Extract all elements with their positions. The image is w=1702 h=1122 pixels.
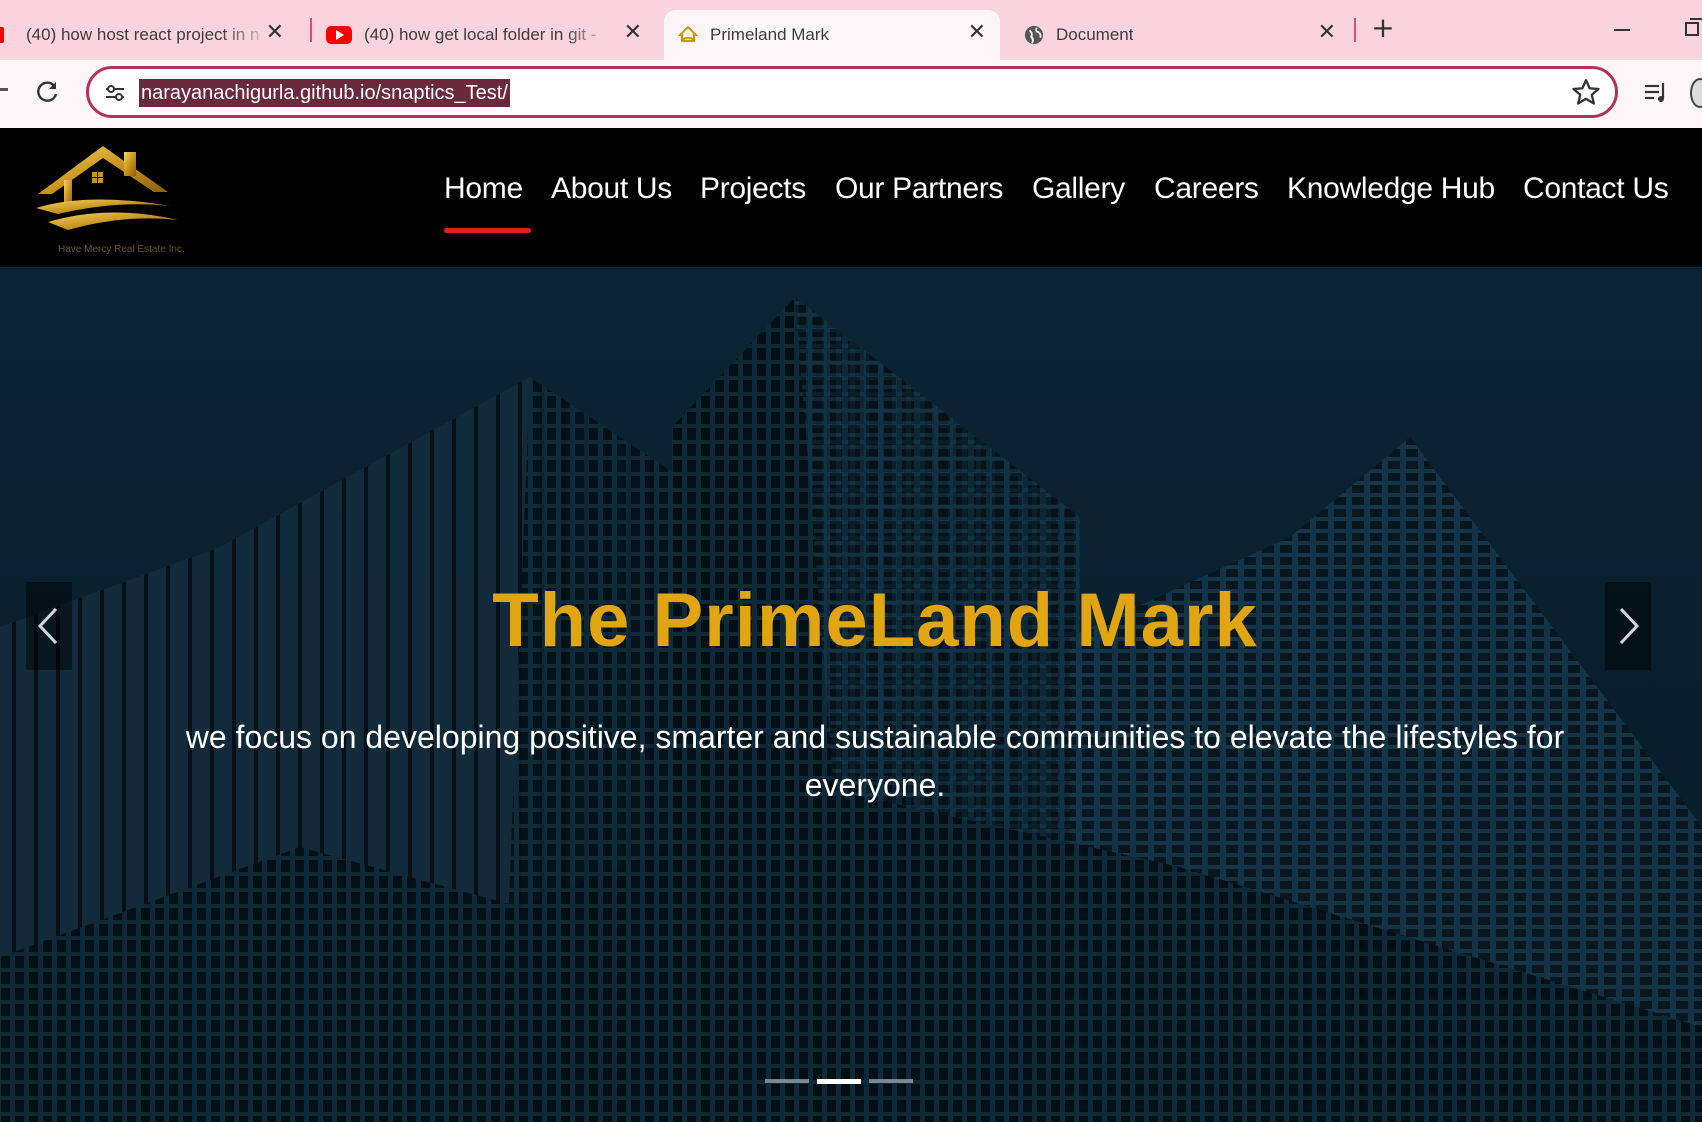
url-text[interactable]: narayanachigurla.github.io/snaptics_Test… (139, 79, 510, 107)
close-tab-icon[interactable]: ✕ (266, 22, 284, 44)
new-tab-button[interactable]: + (1368, 14, 1398, 44)
browser-tab-active[interactable]: Primeland Mark ✕ (664, 10, 1000, 60)
nav-contact-us[interactable]: Contact Us (1523, 172, 1669, 206)
site-header: Have Mercy Real Estate Inc. Home About U… (0, 128, 1702, 267)
reading-list-icon[interactable] (1642, 78, 1670, 106)
browser-toolbar: narayanachigurla.github.io/snaptics_Test… (0, 60, 1702, 128)
carousel-prev-button[interactable] (26, 582, 72, 670)
profile-avatar[interactable] (1690, 78, 1702, 108)
close-tab-icon[interactable]: ✕ (624, 22, 642, 44)
tab-title: Primeland Mark (710, 25, 830, 44)
skyscraper-background-image (0, 267, 1702, 1122)
close-tab-icon[interactable]: ✕ (1318, 22, 1336, 44)
active-nav-underline (444, 228, 531, 233)
nav-knowledge-hub[interactable]: Knowledge Hub (1287, 172, 1495, 206)
address-bar[interactable]: narayanachigurla.github.io/snaptics_Test… (86, 66, 1618, 118)
back-arrow-icon[interactable] (0, 88, 8, 91)
browser-tab-4[interactable]: Document ✕ (1010, 10, 1350, 60)
browser-tab-1[interactable]: (40) how host react project in n ✕ (0, 10, 298, 60)
company-logo[interactable]: Have Mercy Real Estate Inc. (28, 138, 185, 256)
reload-icon[interactable] (34, 78, 62, 106)
carousel-indicator-3[interactable] (869, 1079, 913, 1083)
hero-subtitle: we focus on developing positive, smarter… (185, 719, 1565, 803)
nav-projects[interactable]: Projects (700, 172, 806, 206)
nav-home[interactable]: Home (444, 172, 523, 206)
tab-title: (40) how get local folder in git - (364, 25, 597, 44)
bookmark-star-icon[interactable] (1571, 77, 1601, 107)
browser-tabstrip: (40) how host react project in n ✕ (40) … (0, 0, 1702, 60)
logo-caption: Have Mercy Real Estate Inc. (58, 244, 185, 255)
tab-title: Document (1056, 25, 1134, 44)
chevron-left-icon (37, 607, 58, 645)
globe-icon (1024, 25, 1044, 45)
nav-gallery[interactable]: Gallery (1032, 172, 1125, 206)
nav-about-us[interactable]: About Us (551, 172, 672, 206)
minimize-icon[interactable] (1614, 29, 1630, 31)
tab-title: (40) how host react project in n (26, 25, 260, 44)
tab-divider (310, 18, 312, 42)
carousel-indicator-1[interactable] (765, 1079, 809, 1083)
hero-title: The PrimeLand Mark (492, 578, 1258, 663)
browser-tab-2[interactable]: (40) how get local folder in git - ✕ (326, 10, 656, 60)
carousel-indicator-2[interactable] (817, 1079, 861, 1084)
nav-our-partners[interactable]: Our Partners (835, 172, 1003, 206)
site-logo-icon (678, 25, 698, 45)
chevron-right-icon (1619, 607, 1640, 645)
tab-divider (1354, 18, 1356, 42)
youtube-icon (326, 25, 352, 45)
close-tab-icon[interactable]: ✕ (968, 22, 986, 44)
hero-carousel: The PrimeLand Mark we focus on developin… (0, 267, 1702, 1122)
restore-window-icon[interactable] (1685, 18, 1702, 36)
carousel-next-button[interactable] (1605, 582, 1651, 670)
site-info-icon[interactable] (103, 81, 127, 105)
youtube-icon (0, 25, 4, 45)
nav-careers[interactable]: Careers (1154, 172, 1259, 206)
